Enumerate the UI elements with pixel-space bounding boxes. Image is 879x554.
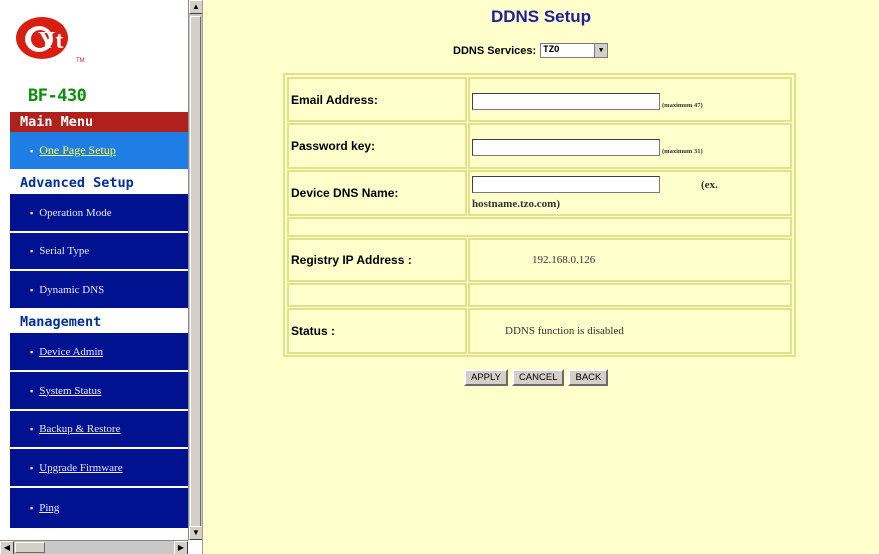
left-menu-frame: Yt TM BF-430 Main Menu ▪ One Page Setup … — [0, 0, 203, 554]
sidebar-item-label: Dynamic DNS — [39, 283, 105, 296]
left-vertical-scrollbar[interactable]: ▲ ▼ — [188, 0, 203, 540]
sidebar-item-label: Operation Mode — [39, 206, 112, 219]
sidebar-item-serial-type[interactable]: ▪ Serial Type — [10, 233, 189, 271]
empty-label-cell — [287, 283, 467, 307]
sidebar-item-ping[interactable]: ▪ Ping — [10, 488, 189, 530]
ddns-services-select[interactable]: TZO ▼ — [540, 43, 609, 58]
password-value-cell: (maximum 31) — [468, 123, 792, 169]
email-field[interactable] — [472, 93, 660, 110]
email-label-cell: Email Address: — [287, 77, 467, 122]
scrollbar-thumb[interactable] — [190, 16, 201, 532]
registry-ip-value: 192.168.0.126 — [532, 254, 596, 266]
status-label: Status : — [291, 324, 336, 338]
status-label-cell: Status : — [287, 308, 467, 354]
sidebar-item-label: Device Admin — [39, 345, 104, 358]
page-title: DDNS Setup — [490, 7, 592, 26]
cancel-button[interactable]: CANCEL — [511, 369, 565, 386]
model-name: BF-430 — [28, 86, 87, 106]
ddns-services-label: DDNS Services: — [453, 44, 537, 57]
scroll-up-arrow-icon[interactable]: ▲ — [189, 0, 203, 14]
back-button[interactable]: BACK — [568, 369, 609, 386]
password-key-field[interactable] — [472, 139, 660, 156]
sidebar-item-label: Ping — [39, 502, 60, 514]
scrollbar-thumb[interactable] — [15, 542, 45, 553]
device-dns-name-field[interactable] — [472, 176, 660, 193]
scroll-left-arrow-icon[interactable]: ◀ — [0, 541, 14, 554]
sidebar-item-backup-restore[interactable]: ▪ Backup & Restore — [10, 411, 189, 449]
bullet-icon: ▪ — [30, 385, 34, 396]
spacer-row — [287, 217, 792, 237]
sidebar-item-label: Upgrade Firmware — [39, 461, 123, 474]
ddns-services-value: TZO — [543, 45, 560, 55]
password-label-cell: Password key: — [287, 123, 467, 169]
sidebar-item-upgrade-firmware[interactable]: ▪ Upgrade Firmware — [10, 449, 189, 488]
scroll-right-arrow-icon[interactable]: ▶ — [174, 541, 188, 554]
sidebar-item-system-status[interactable]: ▪ System Status — [10, 372, 189, 411]
bullet-icon: ▪ — [30, 246, 34, 256]
sidebar-item-dynamic-dns[interactable]: ▪ Dynamic DNS — [10, 271, 189, 310]
ddns-status-value: DDNS function is disabled — [505, 325, 624, 337]
registry-ip-label: Registry IP Address : — [291, 253, 412, 267]
ddns-services-row: DDNS Services: TZO ▼ — [453, 43, 609, 58]
bullet-icon: ▪ — [30, 503, 34, 513]
dns-example-prefix: (ex. — [701, 179, 718, 191]
sidebar-item-label: Backup & Restore — [39, 423, 121, 435]
bullet-icon: ▪ — [30, 424, 34, 434]
chevron-down-icon[interactable]: ▼ — [594, 44, 608, 57]
registry-ip-label-cell: Registry IP Address : — [287, 238, 467, 282]
dns-name-value-cell: (ex. hostname.tzo.com) — [468, 170, 792, 216]
form-buttons: APPLY CANCEL BACK — [464, 369, 609, 386]
dns-example-host: hostname.tzo.com) — [472, 198, 560, 210]
password-max-hint: (maximum 31) — [662, 148, 703, 155]
email-value-cell: (maximum 47) — [468, 77, 792, 122]
bullet-icon: ▪ — [30, 207, 34, 218]
bullet-icon: ▪ — [30, 462, 34, 473]
sidebar-item-label: One Page Setup — [39, 143, 116, 157]
email-label: Email Address: — [291, 92, 378, 107]
apply-button[interactable]: APPLY — [464, 369, 508, 386]
bullet-icon: ▪ — [30, 145, 34, 156]
dns-name-label: Device DNS Name: — [291, 186, 399, 200]
brand-logo: Yt TM — [12, 10, 86, 66]
svg-text:Yt: Yt — [38, 28, 63, 54]
empty-value-cell — [468, 283, 792, 307]
sidebar-item-device-admin[interactable]: ▪ Device Admin — [10, 333, 189, 372]
content-frame: DDNS Setup DDNS Services: TZO ▼ Email Ad… — [203, 0, 879, 554]
sidebar-item-label: System Status — [39, 384, 102, 397]
email-max-hint: (maximum 47) — [662, 102, 703, 109]
status-value-cell: DDNS function is disabled — [468, 308, 792, 354]
sidebar-item-one-page-setup[interactable]: ▪ One Page Setup — [10, 132, 189, 171]
sidebar-item-label: Serial Type — [39, 245, 90, 257]
password-label: Password key: — [291, 139, 376, 153]
advanced-setup-heading: Advanced Setup — [10, 173, 189, 193]
svg-text:TM: TM — [76, 58, 85, 64]
left-horizontal-scrollbar[interactable]: ◀ ▶ — [0, 540, 188, 554]
dns-name-label-cell: Device DNS Name: — [287, 170, 467, 216]
bullet-icon: ▪ — [30, 284, 34, 295]
bullet-icon: ▪ — [30, 346, 34, 357]
scroll-down-arrow-icon[interactable]: ▼ — [189, 526, 203, 540]
ddns-form-table: Email Address: (maximum 47) Password key… — [283, 73, 796, 357]
management-heading: Management — [10, 312, 189, 332]
main-menu-heading: Main Menu — [10, 112, 189, 132]
sidebar-item-operation-mode[interactable]: ▪ Operation Mode — [10, 194, 189, 233]
registry-ip-value-cell: 192.168.0.126 — [468, 238, 792, 282]
